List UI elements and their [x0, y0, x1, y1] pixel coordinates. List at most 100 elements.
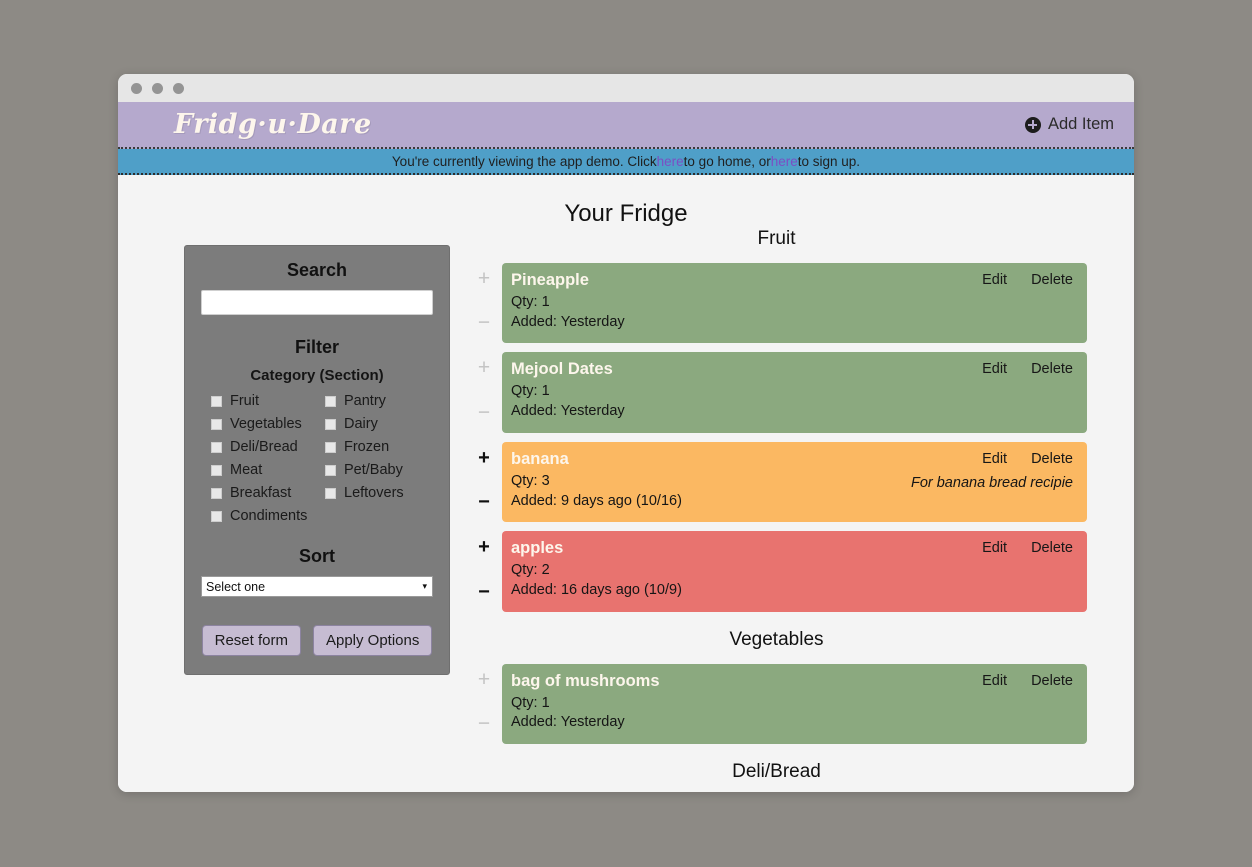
- content-row: Search Filter Category (Section) Fruit Pa…: [118, 228, 1134, 792]
- section-heading-deli-bread: Deli/Bread: [732, 761, 821, 783]
- decrease-quantity-button[interactable]: −: [478, 402, 490, 423]
- checkbox-icon[interactable]: [211, 441, 222, 453]
- item-quantity: Qty: 1: [511, 294, 550, 310]
- add-item-button[interactable]: Add Item: [1024, 115, 1118, 134]
- category-heading: Category (Section): [250, 367, 384, 384]
- search-input[interactable]: [201, 290, 433, 315]
- category-checkbox-meat[interactable]: Meat: [211, 462, 319, 478]
- item-added-date: Added: Yesterday: [511, 313, 625, 330]
- category-checkbox-breakfast[interactable]: Breakfast: [211, 485, 319, 501]
- item-quantity: Qty: 2: [511, 562, 550, 579]
- demo-banner-text-middle: to go home, or: [683, 153, 771, 169]
- page-title: Your Fridge: [564, 200, 688, 227]
- decrease-quantity-button[interactable]: −: [478, 492, 490, 512]
- fridge-item-card[interactable]: Mejool Dates Qty: 1 Added: Yesterday Edit De…: [502, 352, 1087, 433]
- increase-quantity-button[interactable]: +: [478, 448, 490, 468]
- reset-form-button[interactable]: Reset form: [201, 625, 301, 656]
- increase-quantity-button[interactable]: +: [478, 537, 490, 557]
- sort-selected-value: Select one: [206, 579, 266, 594]
- increase-quantity-button[interactable]: +: [478, 268, 490, 289]
- demo-banner-text-before: You're currently viewing the app demo. C…: [391, 153, 657, 169]
- browser-chrome-bar: [118, 74, 1134, 102]
- apply-options-button[interactable]: Apply Options: [312, 625, 433, 656]
- page-body: Your Fridge Search Filter Category (Sect…: [118, 175, 1134, 792]
- filter-sidebar: Search Filter Category (Section) Fruit Pa…: [184, 245, 450, 675]
- fridge-item-row: + − apples Qty: 2 Added: 16 days ago (10/9) E…: [466, 531, 1087, 612]
- section-heading-fruit: Fruit: [757, 228, 796, 249]
- delete-item-button[interactable]: Delete: [1031, 451, 1073, 467]
- item-actions: Edit Delete: [982, 540, 1073, 556]
- category-checkbox-leftovers[interactable]: Leftovers: [325, 485, 433, 501]
- decrease-quantity-button[interactable]: −: [478, 713, 490, 734]
- checkbox-icon[interactable]: [325, 487, 336, 499]
- app-logo[interactable]: Fridg·u·Dare: [174, 109, 372, 140]
- decrease-quantity-button[interactable]: −: [478, 582, 490, 602]
- checkbox-icon[interactable]: [211, 487, 222, 499]
- category-checkbox-vegetables[interactable]: Vegetables: [211, 416, 319, 432]
- checkbox-icon[interactable]: [325, 395, 336, 407]
- fridge-list-column: Fruit + − Pineapple Qty: 1 Added: Yesterday Ed…: [466, 228, 1134, 792]
- edit-item-button[interactable]: Edit: [982, 361, 1007, 377]
- close-dot[interactable]: [131, 82, 142, 94]
- category-checkbox-deli-bread[interactable]: Deli/Bread: [211, 439, 319, 455]
- checkbox-icon[interactable]: [211, 418, 222, 430]
- checkbox-icon[interactable]: [211, 464, 222, 476]
- demo-home-link[interactable]: here: [657, 154, 684, 169]
- fridge-item-card[interactable]: banana Qty: 3 Added: 9 days ago (10/16) Edi…: [502, 441, 1087, 523]
- fridge-item-row: + − bag of mushrooms Qty: 1 Added: Yesterday…: [466, 663, 1087, 745]
- sort-select[interactable]: Select one ▾: [201, 576, 433, 597]
- category-label: Deli/Bread: [230, 439, 298, 455]
- increase-quantity-button[interactable]: +: [478, 357, 490, 378]
- delete-item-button[interactable]: Delete: [1031, 272, 1073, 288]
- edit-item-button[interactable]: Edit: [982, 673, 1007, 689]
- minimize-dot[interactable]: [152, 82, 163, 94]
- fridge-item-row: + − Pineapple Qty: 1 Added: Yesterday Edit Del…: [466, 263, 1087, 344]
- edit-item-button[interactable]: Edit: [982, 272, 1007, 288]
- category-checkbox-condiments[interactable]: Condiments: [211, 508, 319, 524]
- item-actions: Edit Delete: [982, 272, 1073, 288]
- category-checkbox-frozen[interactable]: Frozen: [325, 439, 433, 455]
- item-quantity: Qty: 1: [511, 383, 550, 400]
- quantity-stepper: + −: [466, 263, 502, 343]
- fridge-item-card[interactable]: bag of mushrooms Qty: 1 Added: Yesterday Ed…: [502, 663, 1087, 745]
- fridge-item-card[interactable]: apples Qty: 2 Added: 16 days ago (10/9) Edi…: [502, 531, 1087, 612]
- item-added-date: Added: Yesterday: [511, 403, 625, 420]
- decrease-quantity-button[interactable]: −: [478, 312, 490, 333]
- quantity-stepper: + −: [466, 664, 502, 744]
- delete-item-button[interactable]: Delete: [1031, 540, 1073, 556]
- chevron-down-icon: ▾: [422, 581, 427, 591]
- checkbox-icon[interactable]: [325, 464, 336, 476]
- demo-banner-text-after: to sign up.: [797, 153, 861, 169]
- demo-banner: You're currently viewing the app demo. C…: [118, 149, 1134, 175]
- section-heading-vegetables: Vegetables: [729, 628, 824, 650]
- fridge-item-row: + − Mejool Dates Qty: 1 Added: Yesterday Edit…: [466, 352, 1087, 433]
- item-note: For banana bread recipie: [910, 474, 1073, 491]
- checkbox-icon[interactable]: [325, 441, 336, 453]
- category-label: Frozen: [344, 439, 390, 455]
- category-label: Vegetables: [230, 416, 302, 432]
- delete-item-button[interactable]: Delete: [1031, 361, 1073, 377]
- category-checkbox-pantry[interactable]: Pantry: [325, 393, 433, 409]
- item-actions: Edit Delete: [982, 361, 1073, 377]
- increase-quantity-button[interactable]: +: [478, 669, 490, 690]
- browser-window: Fridg·u·Dare Add Item You're currently v…: [118, 74, 1134, 792]
- maximize-dot[interactable]: [173, 82, 184, 94]
- edit-item-button[interactable]: Edit: [982, 540, 1007, 556]
- checkbox-icon[interactable]: [211, 395, 222, 407]
- fridge-item-card[interactable]: Pineapple Qty: 1 Added: Yesterday Edit Delet…: [502, 263, 1087, 344]
- delete-item-button[interactable]: Delete: [1031, 673, 1073, 689]
- category-label: Condiments: [230, 508, 308, 524]
- add-item-label: Add Item: [1047, 115, 1114, 133]
- category-label: Breakfast: [230, 485, 292, 501]
- category-checkbox-fruit[interactable]: Fruit: [211, 393, 319, 409]
- checkbox-icon[interactable]: [211, 510, 222, 522]
- edit-item-button[interactable]: Edit: [982, 451, 1007, 467]
- category-label: Pantry: [344, 393, 386, 409]
- category-label: Fruit: [230, 393, 259, 409]
- category-checkbox-dairy[interactable]: Dairy: [325, 416, 433, 432]
- form-button-row: Reset form Apply Options: [201, 625, 433, 656]
- demo-signup-link[interactable]: here: [771, 154, 798, 169]
- checkbox-icon[interactable]: [325, 418, 336, 430]
- category-checkbox-pet-baby[interactable]: Pet/Baby: [325, 462, 433, 478]
- category-label: Leftovers: [344, 485, 404, 501]
